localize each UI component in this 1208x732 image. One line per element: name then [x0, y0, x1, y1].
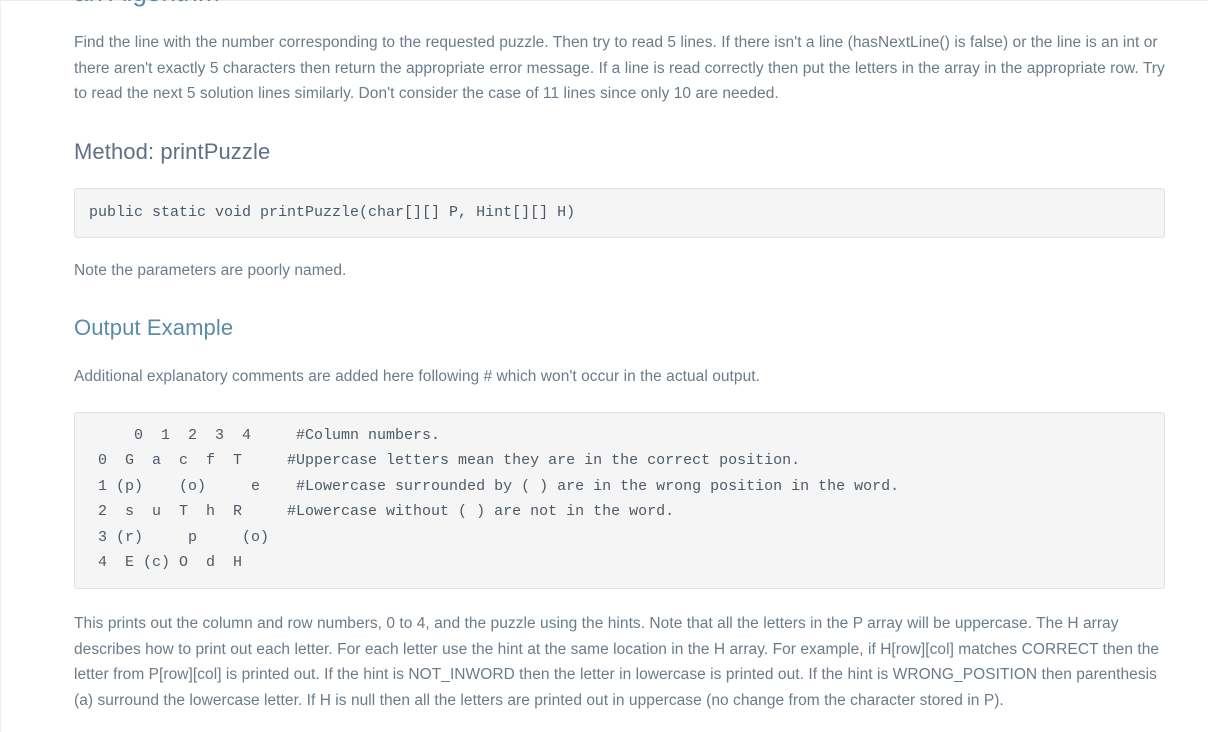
page-title-clipped: an Algorithm — [74, 0, 1165, 8]
output-example-intro: Additional explanatory comments are adde… — [74, 368, 760, 385]
document-body: an Algorithm Find the line with the numb… — [0, 0, 1208, 713]
output-example-code-block: 0 1 2 3 4 #Column numbers. 0 G a c f T #… — [74, 411, 1165, 590]
output-explanation-paragraph: This prints out the column and row numbe… — [74, 615, 1160, 709]
method-signature-code-block: public static void printPuzzle(char[][] … — [74, 187, 1165, 238]
intro-paragraph: Find the line with the number correspond… — [74, 34, 1165, 102]
heading-method-printpuzzle: Method: printPuzzle — [74, 138, 271, 164]
method-note: Note the parameters are poorly named. — [74, 261, 347, 279]
heading-output-example: Output Example — [74, 315, 234, 340]
